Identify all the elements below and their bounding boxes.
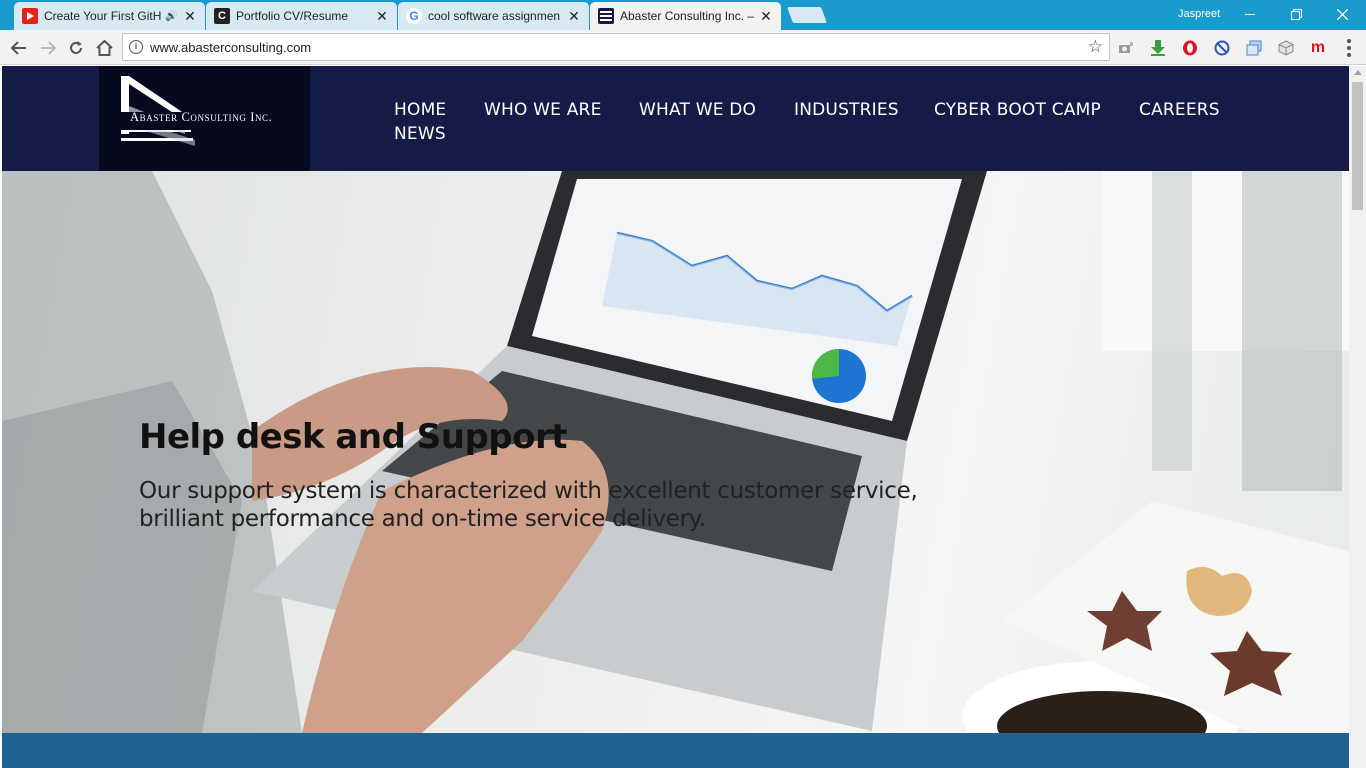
- close-icon[interactable]: ✕: [567, 9, 581, 23]
- nav-what-we-do[interactable]: WHAT WE DO: [639, 100, 756, 120]
- minimize-icon[interactable]: [1227, 0, 1273, 28]
- forward-icon[interactable]: [36, 36, 60, 60]
- web-page: Abaster Consulting Inc. HOME WHO WE ARE …: [2, 66, 1349, 768]
- tab-google[interactable]: G cool software assignmen ✕: [398, 2, 589, 30]
- portfolio-c-icon: C: [214, 8, 230, 24]
- tab-youtube[interactable]: Create Your First GitH 🔊 ✕: [14, 2, 205, 30]
- browser-menu-icon[interactable]: [1346, 39, 1352, 57]
- scroll-up-icon[interactable]: [1354, 70, 1362, 75]
- close-icon[interactable]: ✕: [759, 9, 773, 23]
- block-icon[interactable]: [1213, 39, 1231, 57]
- cube-extension-icon[interactable]: [1277, 39, 1295, 57]
- nav-news[interactable]: NEWS: [394, 124, 446, 144]
- page-scrollbar[interactable]: [1349, 66, 1366, 768]
- info-icon[interactable]: i: [129, 40, 143, 54]
- hero-subtext: Our support system is characterized with…: [139, 478, 918, 532]
- nav-cyber-boot-camp[interactable]: CYBER BOOT CAMP: [934, 100, 1101, 120]
- screenshot-extension-icon[interactable]: [1245, 39, 1263, 57]
- nav-industries[interactable]: INDUSTRIES: [794, 100, 899, 120]
- tab-portfolio[interactable]: C Portfolio CV/Resume ✕: [206, 2, 397, 30]
- nav-careers[interactable]: CAREERS: [1139, 100, 1220, 120]
- browser-titlebar: Create Your First GitH 🔊 ✕ C Portfolio C…: [0, 0, 1366, 30]
- nav-who-we-are[interactable]: WHO WE ARE: [484, 100, 602, 120]
- site-logo[interactable]: Abaster Consulting Inc.: [99, 66, 310, 171]
- new-tab-button[interactable]: [787, 7, 827, 23]
- m-extension-icon[interactable]: m: [1309, 39, 1327, 57]
- bookmark-star-icon[interactable]: ☆: [1088, 37, 1103, 57]
- section-band: [2, 733, 1349, 768]
- download-extension-icon[interactable]: [1149, 39, 1167, 57]
- hero-headline: Help desk and Support: [139, 417, 568, 457]
- tab-title: Create Your First GitH: [44, 9, 162, 23]
- close-icon[interactable]: ✕: [183, 9, 197, 23]
- tab-title: cool software assignmen: [428, 9, 561, 23]
- hero-slider: Help desk and Support Our support system…: [2, 171, 1349, 733]
- tab-abaster[interactable]: Abaster Consulting Inc. – ✕: [590, 2, 781, 30]
- scrollbar-thumb[interactable]: [1352, 82, 1363, 210]
- url-text[interactable]: www.abasterconsulting.com: [150, 40, 311, 55]
- home-icon[interactable]: [92, 36, 116, 60]
- address-bar[interactable]: i www.abasterconsulting.com ☆: [122, 33, 1110, 61]
- abaster-favicon: [598, 8, 614, 24]
- profile-name[interactable]: Jaspreet: [1178, 8, 1220, 20]
- speaker-icon[interactable]: 🔊: [165, 11, 179, 22]
- close-icon[interactable]: ✕: [375, 9, 389, 23]
- window-close-icon[interactable]: [1319, 0, 1365, 28]
- camera-extension-icon[interactable]: [1117, 39, 1135, 57]
- site-header: Abaster Consulting Inc. HOME WHO WE ARE …: [2, 66, 1349, 171]
- tab-title: Portfolio CV/Resume: [236, 9, 349, 23]
- tab-title: Abaster Consulting Inc. –: [620, 9, 755, 23]
- restore-icon[interactable]: [1273, 0, 1319, 28]
- reload-icon[interactable]: [64, 36, 88, 60]
- logo-text: Abaster Consulting Inc.: [130, 110, 273, 124]
- google-icon: G: [406, 8, 422, 24]
- youtube-icon: [22, 8, 38, 24]
- browser-toolbar: i www.abasterconsulting.com ☆ m: [0, 30, 1366, 65]
- opera-icon[interactable]: [1181, 39, 1199, 57]
- nav-home[interactable]: HOME: [394, 100, 446, 120]
- back-icon[interactable]: [7, 36, 31, 60]
